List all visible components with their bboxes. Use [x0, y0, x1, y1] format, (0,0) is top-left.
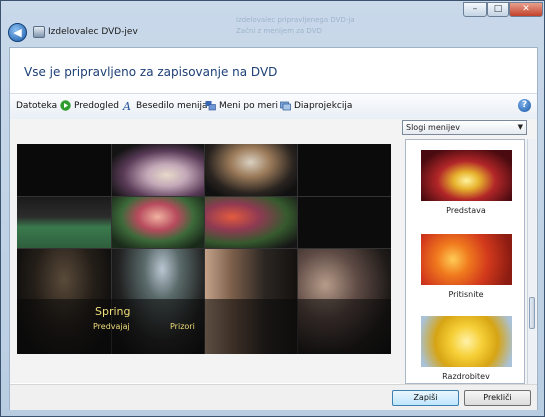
- close-button[interactable]: ✕: [509, 2, 543, 17]
- toolbar: Datoteka Predogled A Besedilo menija Men…: [10, 93, 537, 120]
- grid-line: [17, 248, 391, 249]
- minimize-button[interactable]: –: [463, 2, 487, 17]
- background-window-title: Izdelovalec pripravljenega DVD-ja Začni …: [236, 16, 355, 35]
- cancel-button[interactable]: Prekliči: [464, 390, 531, 406]
- style-label: Predstava: [446, 206, 486, 215]
- preview-button[interactable]: Predogled: [74, 100, 119, 113]
- red-flower-thumbnail[interactable]: [421, 234, 512, 285]
- menu-overlay: [17, 299, 391, 354]
- disc-title: Spring: [95, 305, 131, 318]
- style-label: Pritisnite: [448, 290, 484, 299]
- footer-bar: Zapiši Prekliči: [10, 384, 537, 410]
- preview-tile: [204, 144, 297, 196]
- preview-tile: [204, 196, 297, 248]
- menu-preview-area: Spring Predvajaj Prizori: [10, 119, 400, 383]
- preview-tile: [111, 144, 204, 196]
- window-title: Izdelovalec DVD-jev: [48, 27, 138, 37]
- play-menu-item[interactable]: Predvajaj: [93, 322, 130, 331]
- page-heading: Vse je pripravljeno za zapisovanje na DV…: [24, 65, 278, 79]
- grid-line: [17, 196, 391, 197]
- stage-thumbnail[interactable]: [421, 150, 512, 201]
- dvd-maker-app-icon: [33, 26, 45, 38]
- menu-text-button[interactable]: Besedilo menija: [136, 100, 208, 113]
- chevron-down-icon: ▼: [517, 123, 523, 131]
- preview-tile: [17, 196, 111, 248]
- help-icon[interactable]: ?: [518, 99, 531, 112]
- style-label: Razdrobitev: [442, 372, 490, 381]
- slideshow-button[interactable]: Diaprojekcija: [294, 100, 352, 113]
- heading-area: Vse je pripravljeno za zapisovanje na DV…: [10, 48, 537, 93]
- play-icon: [60, 100, 71, 111]
- preview-tile: [111, 196, 204, 248]
- custom-menu-icon: [205, 101, 216, 111]
- styles-scrollbar[interactable]: [527, 139, 536, 384]
- yellow-flower-thumbnail[interactable]: [421, 316, 512, 367]
- dvd-maker-window: Izdelovalec pripravljenega DVD-ja Začni …: [0, 0, 545, 417]
- text-icon: A: [122, 100, 131, 111]
- customize-menu-button[interactable]: Meni po meri: [219, 100, 278, 113]
- preview-tile: [297, 144, 391, 196]
- back-button[interactable]: ◀: [8, 23, 27, 42]
- menu-styles-list: Predstava Pritisnite Razdrobitev: [405, 139, 525, 384]
- back-arrow-icon: ◀: [13, 26, 22, 39]
- scrollbar-thumb[interactable]: [529, 297, 535, 329]
- dropdown-value: Slogi menijev: [406, 123, 460, 132]
- preview-tile: [17, 144, 111, 196]
- title-bar: Izdelovalec pripravljenega DVD-ja Začni …: [1, 1, 544, 47]
- menu-styles-panel: Slogi menijev ▼ Predstava Pritisnite Raz…: [400, 119, 537, 384]
- wizard-content: Vse je pripravljeno za zapisovanje na DV…: [9, 47, 538, 410]
- preview-tile: [297, 196, 391, 248]
- dvd-menu-preview: Spring Predvajaj Prizori: [17, 144, 391, 354]
- svg-text:A: A: [122, 100, 131, 111]
- file-menu[interactable]: Datoteka: [16, 100, 57, 113]
- scenes-menu-item[interactable]: Prizori: [170, 322, 195, 331]
- menu-styles-dropdown[interactable]: Slogi menijev ▼: [402, 120, 527, 135]
- maximize-button[interactable]: □: [487, 2, 509, 17]
- burn-button[interactable]: Zapiši: [392, 390, 459, 406]
- slideshow-icon: [280, 101, 291, 111]
